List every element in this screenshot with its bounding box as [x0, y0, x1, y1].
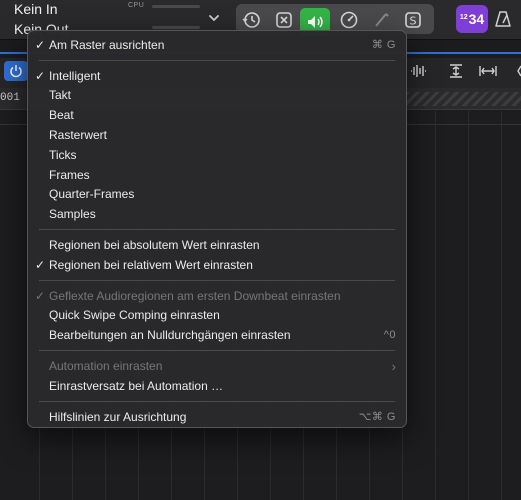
- svg-text:S: S: [410, 15, 417, 28]
- menu-item[interactable]: Regionen bei absolutem Wert einrasten: [28, 235, 406, 255]
- tuner-icon[interactable]: [338, 9, 360, 31]
- menu-item-label: Automation einrasten: [49, 359, 163, 374]
- cpu-meter: [152, 5, 200, 8]
- menu-separator: [39, 59, 395, 61]
- menu-item-shortcut: ^0: [383, 329, 396, 342]
- menu-item[interactable]: ✓ Intelligent: [28, 66, 406, 86]
- menu-item[interactable]: Quick Swipe Comping einrasten: [28, 306, 406, 326]
- menu-item-label: Ticks: [49, 147, 77, 162]
- menu-item: Automation einrasten ›: [28, 356, 406, 376]
- count-in-button[interactable]: 12 34: [456, 5, 488, 33]
- menu-item[interactable]: Takt: [28, 86, 406, 106]
- menu-item[interactable]: Ticks: [28, 145, 406, 165]
- menu-item[interactable]: Quarter-Frames: [28, 185, 406, 205]
- menu-separator: [39, 350, 395, 352]
- menu-item-label: Am Raster ausrichten: [49, 37, 165, 52]
- history-icon[interactable]: [240, 9, 262, 31]
- menu-item-shortcut: ⌥⌘ G: [358, 411, 396, 424]
- menu-item-label: Bearbeitungen an Nulldurchgängen einrast…: [49, 328, 291, 343]
- menu-item-label: Beat: [49, 108, 74, 123]
- hd-meter: [152, 26, 200, 29]
- menu-item-label: Quarter-Frames: [49, 187, 135, 202]
- menu-item-shortcut: ⌘ G: [371, 39, 396, 52]
- score-icon[interactable]: S: [402, 9, 424, 31]
- pencil-icon[interactable]: [371, 9, 393, 31]
- menu-item-label: Einrastversatz bei Automation …: [49, 378, 224, 393]
- vertical-zoom-icon[interactable]: [444, 62, 468, 80]
- snap-context-menu: ✓ Am Raster ausrichten ⌘ G ✓ Intelligent Takt…: [27, 30, 407, 428]
- menu-item[interactable]: Bearbeitungen an Nulldurchgängen einrast…: [28, 325, 406, 345]
- menu-item-label: Hilfslinien zur Ausrichtung: [49, 409, 187, 424]
- menu-item[interactable]: Einrastversatz bei Automation …: [28, 376, 406, 396]
- checkmark-icon: ✓: [35, 288, 46, 303]
- chevron-down-icon[interactable]: [206, 10, 222, 26]
- menu-item[interactable]: ✓ Am Raster ausrichten ⌘ G: [28, 35, 406, 55]
- cpu-label: CPU: [128, 2, 145, 9]
- menu-item-label: Takt: [49, 88, 72, 103]
- menu-item[interactable]: Rasterwert: [28, 125, 406, 145]
- menu-item[interactable]: ✓ Regionen bei relativem Wert einrasten: [28, 255, 406, 275]
- menu-item-label: Regionen bei relativem Wert einrasten: [49, 257, 253, 272]
- menu-item-label: Geflexte Audioregionen am ersten Downbea…: [49, 288, 341, 303]
- menu-item[interactable]: Samples: [28, 204, 406, 224]
- bracket-icon[interactable]: [508, 62, 521, 80]
- menu-separator: [39, 229, 395, 231]
- metronome-icon[interactable]: [494, 10, 512, 28]
- menu-item-label: Intelligent: [49, 68, 101, 83]
- menu-separator: [39, 400, 395, 402]
- count-in-superscript: 12: [459, 13, 468, 21]
- checkmark-icon: ✓: [35, 68, 46, 83]
- menu-item[interactable]: Beat: [28, 105, 406, 125]
- menu-item-label: Samples: [49, 207, 96, 222]
- power-icon[interactable]: [4, 61, 28, 81]
- menu-item-label: Rasterwert: [49, 128, 108, 143]
- menu-item-label: Quick Swipe Comping einrasten: [49, 308, 220, 323]
- menu-item: ✓ Geflexte Audioregionen am ersten Downbe…: [28, 286, 406, 306]
- close-box-icon[interactable]: [273, 9, 295, 31]
- horizontal-zoom-icon[interactable]: [476, 62, 500, 80]
- menu-separator: [39, 279, 395, 281]
- ruler-position: 001: [0, 92, 20, 104]
- checkmark-icon: ✓: [35, 257, 46, 272]
- input-selector[interactable]: Kein In: [14, 1, 58, 17]
- menu-item-label: Regionen bei absolutem Wert einrasten: [49, 238, 260, 253]
- ruler-hatch: [406, 92, 521, 106]
- waveform-icon[interactable]: [406, 62, 430, 80]
- menu-item[interactable]: Hilfslinien zur Ausrichtung ⌥⌘ G: [28, 407, 406, 427]
- chevron-right-icon: ›: [391, 358, 396, 374]
- checkmark-icon: ✓: [35, 37, 46, 52]
- menu-item-label: Frames: [49, 167, 90, 182]
- menu-item[interactable]: Frames: [28, 165, 406, 185]
- count-in-label: 34: [468, 11, 485, 27]
